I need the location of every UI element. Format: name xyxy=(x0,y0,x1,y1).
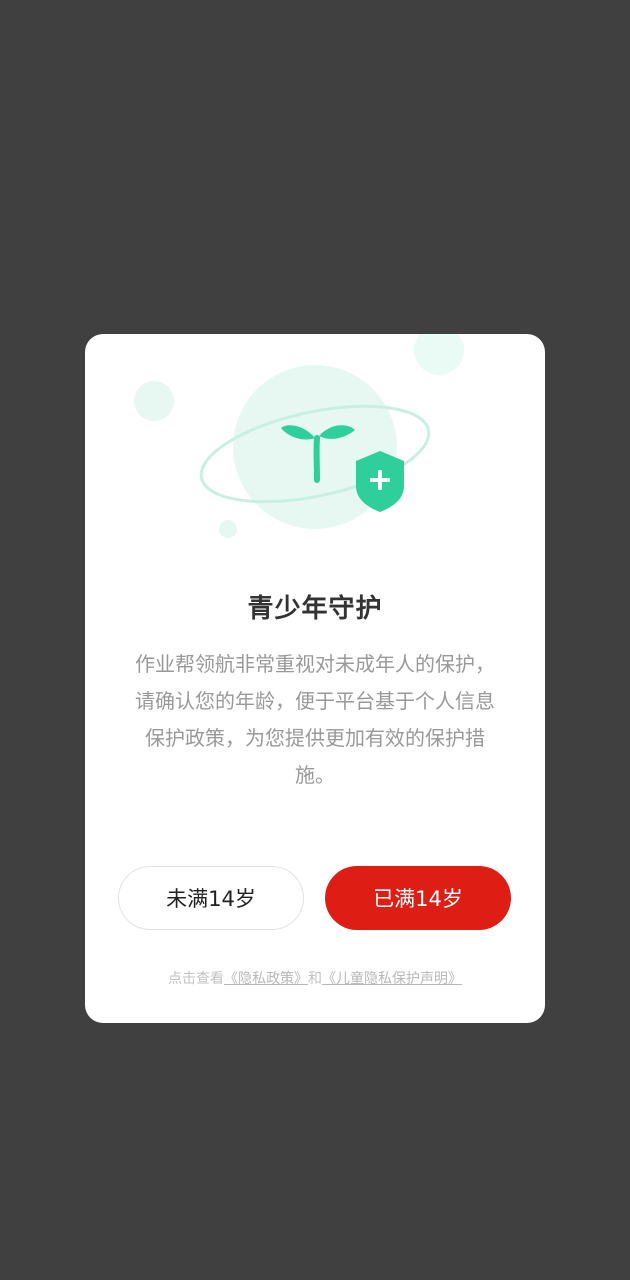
teen-protection-illustration xyxy=(134,334,464,538)
over-14-button[interactable]: 已满14岁 xyxy=(325,866,511,930)
bubble-decoration xyxy=(219,520,237,538)
dialog-description: 作业帮领航非常重视对未成年人的保护，请确认您的年龄，便于平台基于个人信息保护政策… xyxy=(135,652,495,787)
teen-protection-dialog: 青少年守护 作业帮领航非常重视对未成年人的保护，请确认您的年龄，便于平台基于个人… xyxy=(85,334,545,1023)
policy-footer: 点击查看《隐私政策》和《儿童隐私保护声明》 xyxy=(85,968,545,988)
under-14-button[interactable]: 未满14岁 xyxy=(118,866,304,930)
children-privacy-link[interactable]: 《儿童隐私保护声明》 xyxy=(322,971,462,987)
bubble-decoration xyxy=(414,334,464,375)
privacy-policy-link[interactable]: 《隐私政策》 xyxy=(224,971,308,987)
bubble-decoration xyxy=(134,381,174,421)
footer-conjunction: 和 xyxy=(308,971,322,987)
footer-prefix: 点击查看 xyxy=(168,971,224,987)
dialog-title: 青少年守护 xyxy=(247,594,383,624)
